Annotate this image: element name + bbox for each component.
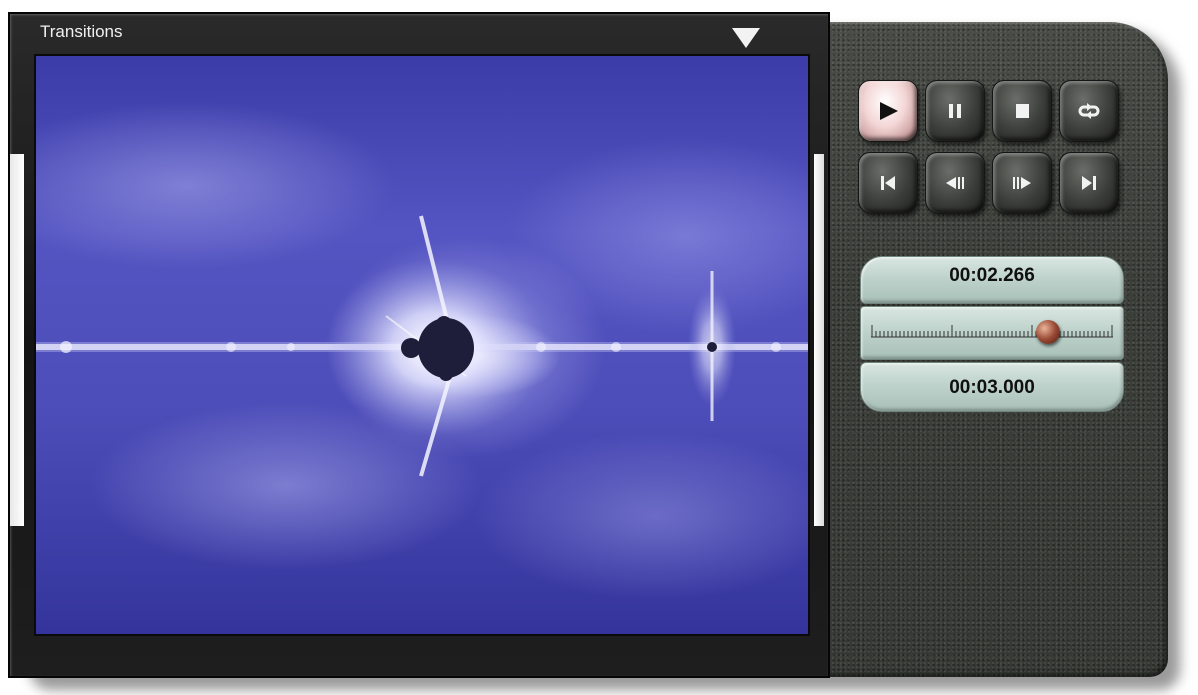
menu-dropdown-icon[interactable] — [732, 28, 760, 48]
stop-button[interactable] — [992, 80, 1052, 142]
step-back-icon — [946, 177, 964, 189]
skip-end-icon — [1082, 176, 1096, 190]
transition-preview-window: Transitions 00:02.266 00:03.000 — [0, 0, 1198, 695]
scrubber-knob[interactable] — [1035, 320, 1060, 344]
go-to-end-button[interactable] — [1059, 152, 1119, 214]
pause-icon — [949, 104, 961, 118]
skip-start-icon — [881, 176, 895, 190]
pause-button[interactable] — [925, 80, 985, 142]
monitor-side-bar-right — [814, 154, 824, 526]
step-forward-button[interactable] — [992, 152, 1052, 214]
fractal-image — [36, 215, 808, 477]
video-preview — [34, 54, 810, 636]
play-button[interactable] — [858, 80, 918, 142]
current-time-display: 00:02.266 — [860, 256, 1124, 304]
step-back-button[interactable] — [925, 152, 985, 214]
monitor-side-bar-left — [10, 154, 24, 526]
loop-button[interactable] — [1059, 80, 1119, 142]
step-forward-icon — [1013, 177, 1031, 189]
preview-monitor: Transitions — [8, 12, 830, 678]
position-scrubber[interactable] — [860, 306, 1124, 360]
total-time-display: 00:03.000 — [860, 362, 1124, 412]
loop-icon — [1078, 103, 1100, 119]
go-to-start-button[interactable] — [858, 152, 918, 214]
scrubber-track[interactable] — [871, 325, 1113, 341]
stop-icon — [1016, 104, 1029, 118]
play-icon — [880, 102, 898, 120]
window-title: Transitions — [40, 22, 123, 41]
